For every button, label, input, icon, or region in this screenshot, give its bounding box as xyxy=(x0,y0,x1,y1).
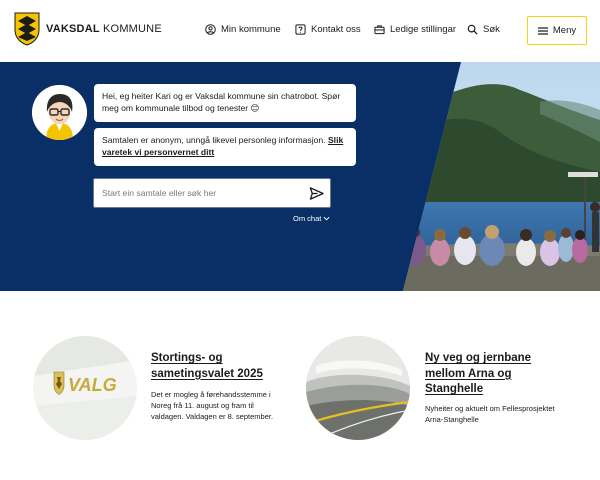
valg-text: VALG xyxy=(68,375,117,395)
arna-card-title[interactable]: Ny veg og jernbane mellom Arna og Stangh… xyxy=(425,351,565,398)
om-chat-label: Om chat xyxy=(293,214,322,223)
valg-card-image[interactable]: VALG xyxy=(33,336,137,440)
search-icon xyxy=(467,24,478,35)
chat-search-input[interactable] xyxy=(102,188,302,198)
valg-card-text: Det er mogleg å førehandsstemme i Noreg … xyxy=(151,390,274,421)
valg-card-title[interactable]: Stortings- og sametingsvalet 2025 xyxy=(151,351,271,382)
site-logo[interactable]: VAKSDAL KOMMUNE xyxy=(14,12,162,46)
arna-card-text: Nyheiter og aktuelt om Fellesprosjektet … xyxy=(425,404,555,424)
nav-kontakt-label: Kontakt oss xyxy=(311,24,361,35)
nav-kontakt[interactable]: Kontakt oss xyxy=(295,24,361,35)
coat-of-arms-icon xyxy=(14,12,40,46)
site-header: VAKSDAL KOMMUNE Min kommune Kontakt oss … xyxy=(0,0,600,62)
chat-search-box xyxy=(93,178,331,208)
tunnel-image xyxy=(306,336,410,440)
nav-stillingar[interactable]: Ledige stillingar xyxy=(374,24,456,35)
menu-button[interactable]: Meny xyxy=(527,16,587,45)
nav-sok[interactable]: Søk xyxy=(467,24,500,35)
chatbot-privacy-bubble: Samtalen er anonym, unngå likevel person… xyxy=(94,128,356,166)
menu-button-label: Meny xyxy=(552,25,577,36)
chatbot-greeting-bubble: Hei, eg heiter Kari og er Vaksdal kommun… xyxy=(94,84,356,122)
hamburger-icon xyxy=(537,26,548,35)
brand-name: VAKSDAL KOMMUNE xyxy=(46,23,162,35)
privacy-text: Samtalen er anonym, unngå likevel person… xyxy=(102,135,328,145)
hero-section: Hei, eg heiter Kari og er Vaksdal kommun… xyxy=(0,62,600,291)
om-chat-toggle[interactable]: Om chat xyxy=(293,214,330,223)
send-icon[interactable] xyxy=(309,186,324,201)
chevron-down-icon xyxy=(323,216,330,221)
nav-min-kommune[interactable]: Min kommune xyxy=(205,24,281,35)
user-circle-icon xyxy=(205,24,216,35)
nav-sok-label: Søk xyxy=(483,24,500,35)
valg-logo-image: VALG xyxy=(33,336,137,440)
nav-stillingar-label: Ledige stillingar xyxy=(390,24,457,35)
arna-card-image[interactable] xyxy=(306,336,410,440)
briefcase-icon xyxy=(374,25,385,35)
chatbot-avatar xyxy=(32,85,87,140)
nav-min-kommune-label: Min kommune xyxy=(221,24,281,35)
question-box-icon xyxy=(295,24,306,35)
chatbot-kari-icon xyxy=(32,85,87,140)
